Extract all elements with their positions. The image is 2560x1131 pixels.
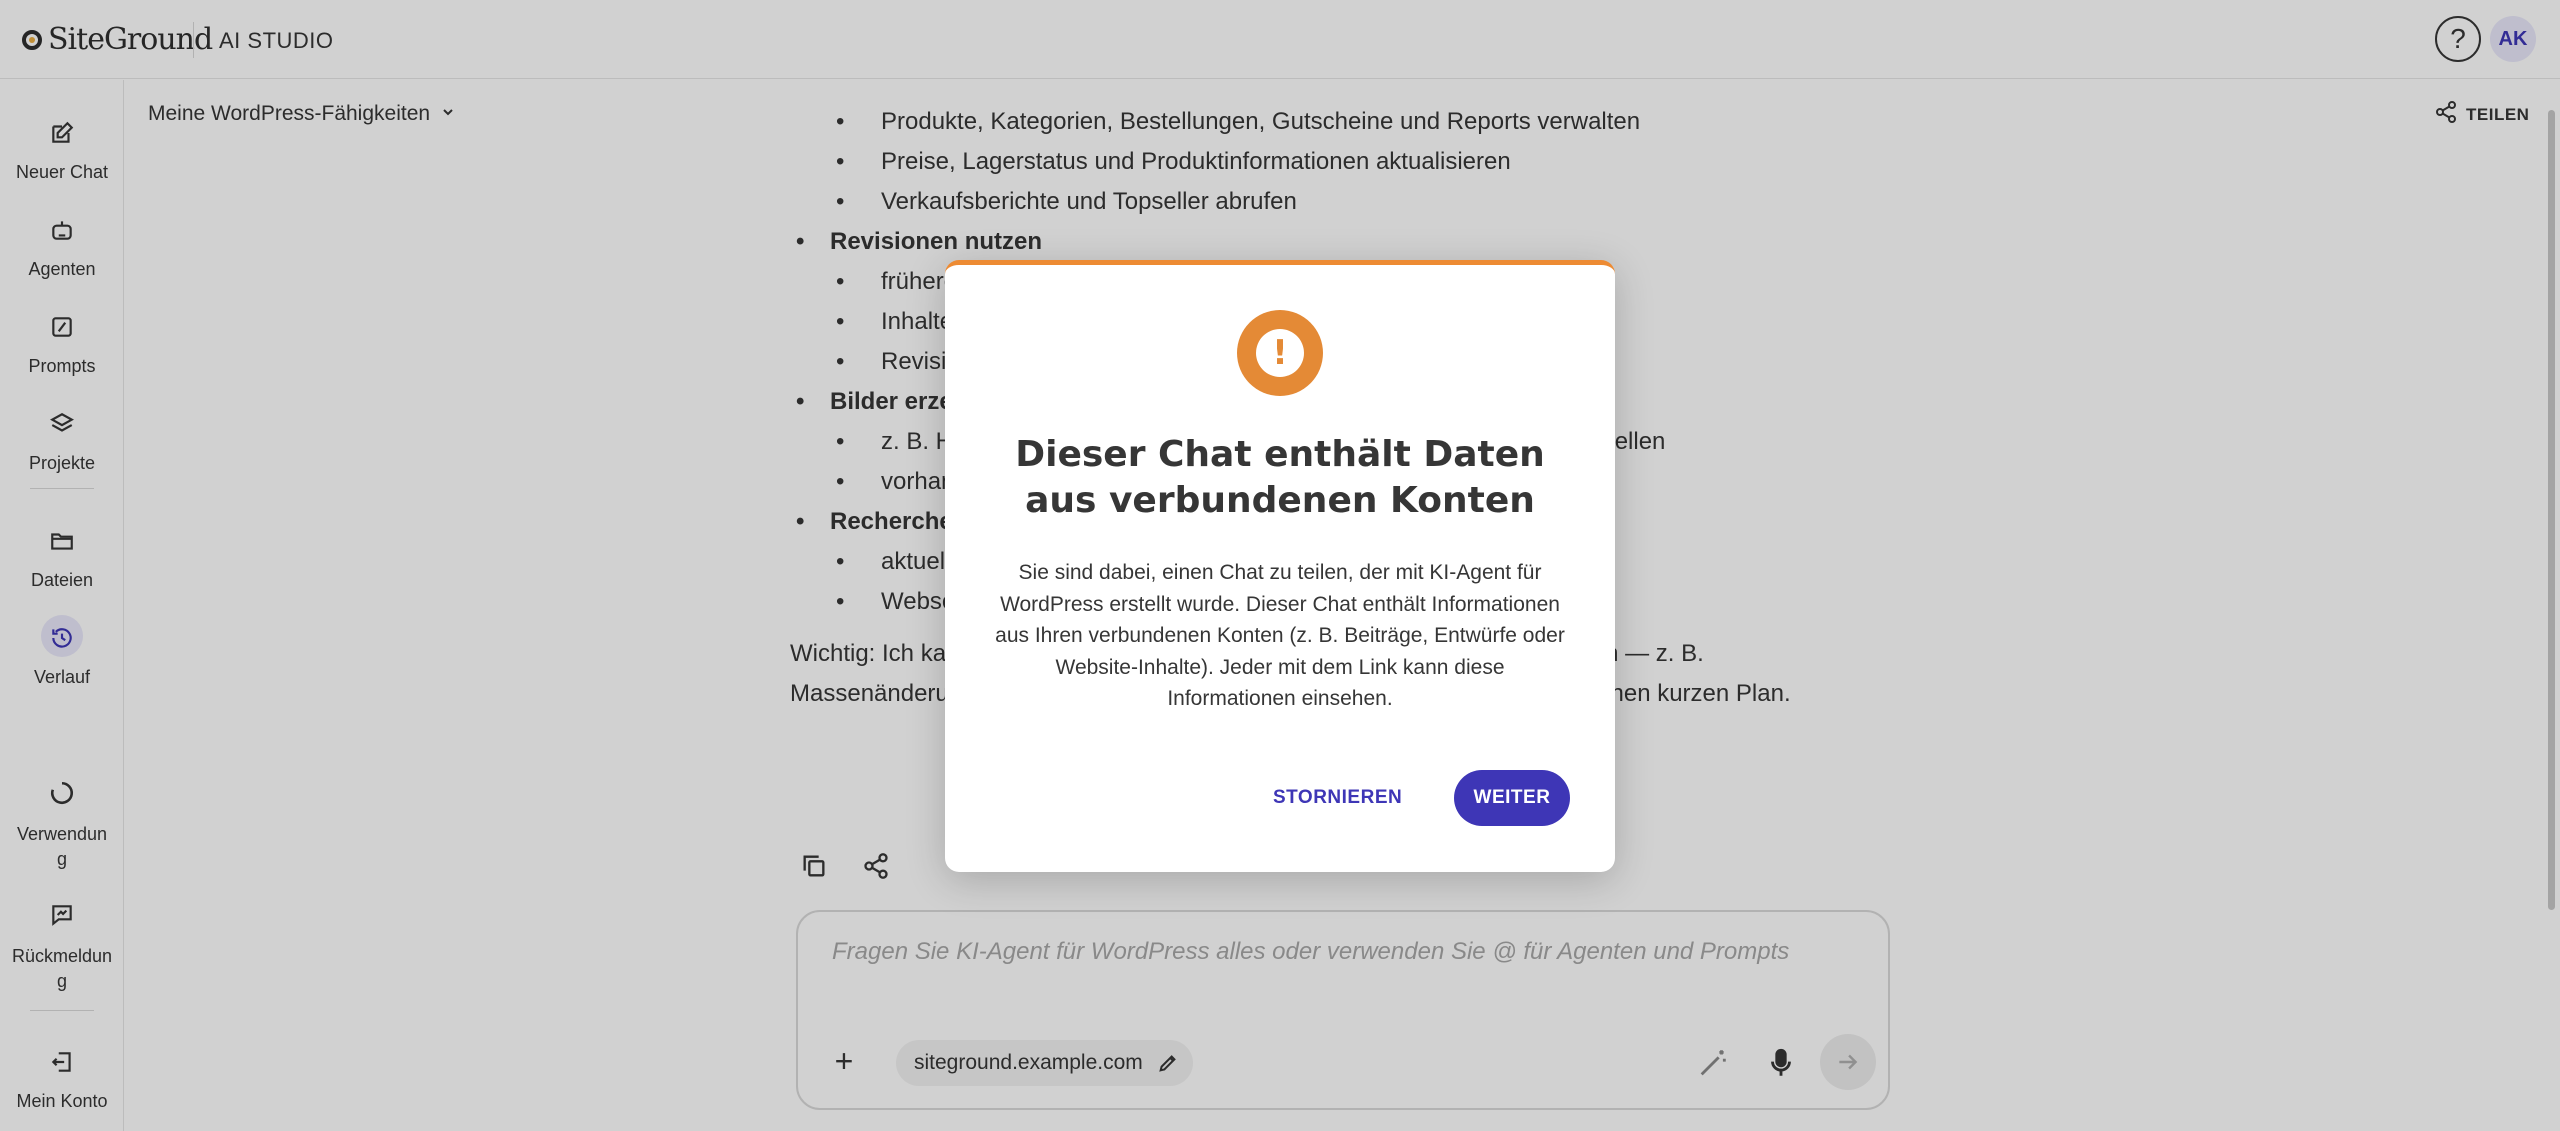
share-warning-dialog: ! Dieser Chat enthält Daten aus verbunde… — [945, 260, 1615, 872]
continue-button[interactable]: WEITER — [1454, 770, 1570, 826]
dialog-body: Sie sind dabei, einen Chat zu teilen, de… — [995, 561, 1565, 710]
dialog-title: Dieser Chat enthält Daten aus verbundene… — [1015, 434, 1545, 521]
warning-icon: ! — [1237, 310, 1323, 396]
cancel-button[interactable]: STORNIEREN — [1253, 770, 1422, 826]
